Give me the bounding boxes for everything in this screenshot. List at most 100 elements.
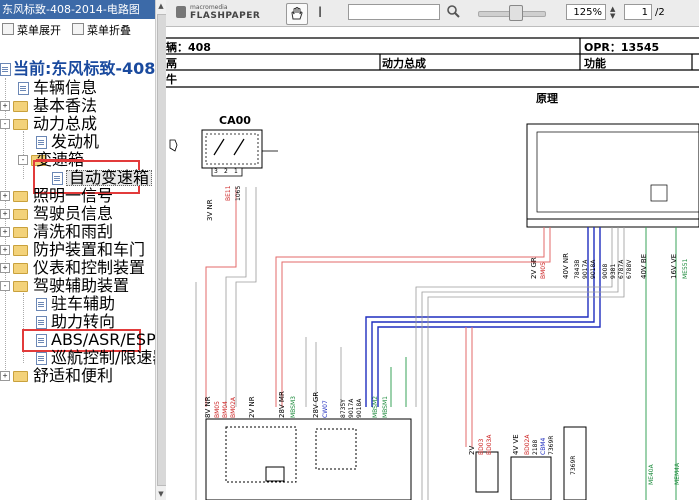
search-icon[interactable]: [446, 3, 462, 21]
wire-label: 28V GR: [312, 391, 320, 418]
tree-item-label: 发动机: [51, 132, 100, 151]
wire-label: BM04: [222, 401, 229, 418]
doc-icon: [36, 334, 47, 347]
folder-icon: [13, 371, 28, 382]
wire-label: 2188: [532, 439, 539, 455]
wire-label: BD02A: [524, 434, 531, 455]
wire-label: 6788V: [626, 259, 633, 279]
header-row3: 牛: [166, 73, 177, 86]
wire-label: BM05: [540, 262, 547, 279]
expand-toggle-icon[interactable]: +: [0, 227, 10, 237]
folder-icon: [13, 209, 28, 220]
wire-label: BM05: [214, 401, 221, 418]
doc-icon: [18, 82, 29, 95]
doc-icon: [52, 172, 63, 185]
folder-open-icon: [13, 119, 28, 130]
wire-label: 7369R: [570, 455, 577, 475]
wire-label: 4V VE: [512, 434, 520, 455]
wire-label: MEM4A: [674, 462, 681, 485]
wire-label: 2V GR: [530, 257, 538, 279]
folder-icon: [13, 191, 28, 202]
expand-toggle-icon[interactable]: +: [0, 191, 10, 201]
tree-item-label: 驻车辅助: [51, 294, 116, 313]
wire-label: 8V NR: [204, 396, 212, 418]
wire-label: 7843B: [574, 259, 581, 279]
scroll-down-icon[interactable]: ▼: [156, 488, 166, 500]
document-viewer: macromedia FLASHPAPER I 125% ▲ ▼ 1 /2 辆：…: [166, 0, 699, 500]
expand-toggle-icon[interactable]: +: [0, 263, 10, 273]
wire-label: 2V NR: [248, 396, 256, 418]
collapse-toggle-icon[interactable]: -: [0, 281, 10, 291]
header-model: 辆：408: [166, 41, 211, 54]
doc-icon: [36, 136, 47, 149]
wire-label: 9018A: [590, 259, 597, 279]
tree-item-label: 巡航控制/限速器: [51, 348, 155, 367]
tree-item-label-selected: 自动变速箱: [66, 170, 153, 186]
section-title: 原理: [536, 92, 558, 105]
pin-number: 3: [214, 168, 218, 175]
flashpaper-logo: macromedia FLASHPAPER: [172, 3, 262, 23]
collapse-toggle-icon[interactable]: -: [0, 119, 10, 129]
wire-label: 28V MR: [278, 391, 286, 418]
page-number-input[interactable]: 1: [624, 4, 652, 20]
zoom-spinner-icon[interactable]: ▲ ▼: [610, 6, 618, 20]
flashpaper-mark-icon: [176, 6, 186, 18]
tree-item-label: ABS/ASR/ESP: [51, 330, 155, 349]
wire-label: 6787A: [618, 259, 625, 279]
wire-label: ME40A: [648, 464, 655, 485]
search-input[interactable]: [348, 4, 440, 20]
header-category-label: 鬲: [166, 57, 177, 70]
tree-item-label: 助力转向: [51, 312, 116, 331]
wire-label: 9017A: [582, 259, 589, 279]
tree-item-label: 动力总成: [33, 114, 98, 133]
wire-label: 40V BE: [640, 253, 648, 279]
expand-toggle-icon[interactable]: +: [0, 371, 10, 381]
component-ca00-label: CA00: [219, 114, 251, 127]
window-title: 东风标致-408-2014-电路图: [0, 0, 155, 19]
tree-item-label: 舒适和便利: [33, 366, 114, 385]
diagram-page[interactable]: 辆：408 OPR：13545 鬲 动力总成 功能 牛 原理 CA00 3 2 …: [166, 27, 699, 500]
text-select-icon[interactable]: I: [318, 5, 328, 21]
wire-label-3vnr: 3V NR: [206, 199, 214, 221]
wire-label: BM02A: [230, 396, 237, 418]
scroll-up-icon[interactable]: ▲: [156, 0, 166, 12]
tree-item-label: 车辆信息: [33, 78, 98, 97]
tree-root-label: 当前:东风标致-408-2014-电路图: [13, 59, 155, 78]
zoom-slider-handle[interactable]: [509, 5, 523, 21]
wire-label: MBSM2: [372, 396, 379, 418]
collapse-toggle-icon[interactable]: -: [18, 155, 28, 165]
doc-icon: [36, 316, 47, 329]
ecu-wire-labels: 2V GR BM05 40V NR 7843B 9017A 9018A 9008…: [530, 227, 698, 282]
wire-label: 2V: [468, 445, 476, 455]
tree-item-label: 防护装置和车门: [33, 240, 146, 259]
tree-guide-line: [23, 293, 24, 363]
expand-toggle-icon[interactable]: +: [0, 101, 10, 111]
hand-tool-button[interactable]: [286, 3, 308, 25]
folder-icon: [13, 263, 28, 274]
expand-menu-button[interactable]: 菜单展开: [2, 23, 61, 39]
collapse-menu-button[interactable]: 菜单折叠: [72, 23, 131, 39]
wire-label: 40V NR: [562, 252, 570, 279]
page-total-text: /2: [655, 7, 665, 18]
header-powertrain: 动力总成: [382, 57, 426, 70]
wire-label-be11: BE11: [225, 185, 232, 201]
wire-label: 9018A: [356, 398, 363, 418]
lower-right-wire-labels: 2V BD03 BD03A 4V VE BD02A 2188 CBM4 7369…: [466, 427, 698, 487]
brand-big-text: FLASHPAPER: [190, 11, 261, 21]
header-function: 功能: [584, 57, 606, 70]
wire-label: BD03: [478, 438, 485, 455]
pin-number: 2: [224, 168, 228, 175]
relay-wire-labels: 8V NR BM05 BM04 BM02A 2V NR 28V MR MBSM3…: [204, 372, 394, 420]
tree-item-label: 仪表和控制装置: [33, 258, 146, 277]
header-opr: OPR：13545: [584, 41, 660, 54]
expand-toggle-icon[interactable]: +: [0, 209, 10, 219]
tree-item-label: 基本香法: [33, 96, 98, 115]
zoom-input[interactable]: 125%: [566, 4, 606, 20]
doc-icon: [36, 352, 47, 365]
collapse-icon: [72, 23, 84, 35]
expand-toggle-icon[interactable]: +: [0, 245, 10, 255]
folder-icon: [13, 101, 28, 112]
wire-label: 8735Y: [340, 399, 347, 418]
tree-scrollbar[interactable]: ▲ ▼: [155, 0, 167, 500]
ecu-module: [526, 123, 699, 228]
